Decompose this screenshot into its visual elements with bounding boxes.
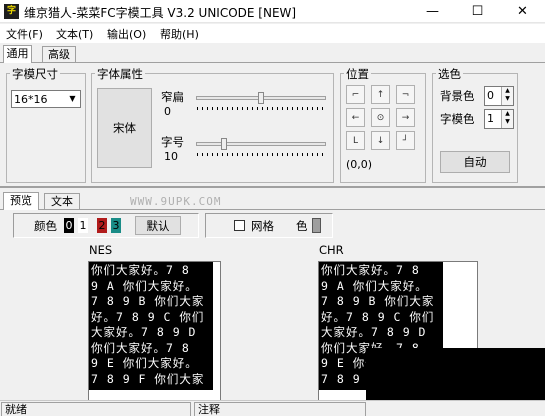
size-slider-track	[196, 142, 326, 146]
tab-underline	[0, 62, 545, 63]
tab-text[interactable]: 文本	[44, 193, 80, 210]
center-button[interactable]: ⊙	[371, 108, 390, 127]
panel-separator	[0, 186, 545, 188]
chevron-down-icon: ▼	[69, 94, 76, 103]
window-title: 维京猎人-菜菜FC字模工具 V3.2 UNICODE [NEW]	[24, 6, 297, 20]
menu-help[interactable]: 帮助(H)	[160, 26, 199, 42]
auto-button[interactable]: 自动	[440, 151, 510, 173]
grid-label: 网格	[251, 219, 274, 233]
watermark: WWW.9UPK.COM	[130, 195, 222, 208]
tab-advanced[interactable]: 高级	[42, 46, 76, 63]
move-up-button[interactable]: ↑	[371, 85, 390, 104]
width-label: 窄扁	[161, 90, 184, 104]
close-button[interactable]: ✕	[500, 0, 545, 23]
size-slider[interactable]	[196, 136, 326, 158]
move-down-button[interactable]: ↓	[371, 131, 390, 150]
move-down-left-button[interactable]: L	[346, 131, 365, 150]
nes-preview-glyphs: 你们大家好。7 89 A 你们大家好。 7 8 9 B 你们大家 好。7 8 9 C…	[89, 262, 213, 390]
move-down-right-button[interactable]: ┘	[396, 131, 415, 150]
chr-preview-line-1: 9 A 你们大家好。	[321, 278, 428, 293]
nes-preview-line-7: 7 8 9 F 你们大家	[91, 371, 205, 386]
spinner-arrows-icon[interactable]: ▲ ▼	[501, 87, 513, 105]
maximize-button[interactable]: ☐	[455, 0, 500, 23]
palette-swatch-2[interactable]: 2	[97, 218, 107, 233]
font-size-group-title: 字模尺寸	[10, 66, 60, 82]
fg-color-spinner[interactable]: 1 ▲ ▼	[484, 109, 514, 129]
color-group-title: 选色	[436, 66, 463, 82]
lower-tab-underline	[0, 209, 545, 210]
move-right-button[interactable]: →	[396, 108, 415, 127]
size-slider-thumb[interactable]	[221, 138, 227, 150]
close-icon: ✕	[517, 4, 528, 19]
status-left: 就绪	[1, 402, 191, 416]
tab-preview[interactable]: 预览	[3, 192, 39, 210]
color-label: 颜色	[34, 219, 57, 233]
size-label: 字号	[161, 135, 184, 149]
position-pad: ⌐ ↑ ¬ ← ⊙ → L ↓ ┘	[346, 85, 419, 153]
chr-preview-line-4: 大家好。7 8 9 D	[321, 325, 427, 339]
position-group-title: 位置	[344, 66, 371, 82]
fg-color-label: 字模色	[440, 112, 475, 126]
nes-preview-line-1: 9 A 你们大家好。	[91, 278, 198, 293]
width-slider-ticks	[197, 107, 325, 110]
chr-preview-line-2: 7 8 9 B 你们大家	[321, 294, 435, 308]
chr-preview-line-3: 好。7 8 9 C 你们	[321, 309, 435, 324]
grid-checkbox[interactable]	[234, 220, 245, 231]
font-size-select[interactable]: 16*16 ▼	[11, 90, 81, 108]
chr-label: CHR	[319, 243, 344, 257]
default-colors-button[interactable]: 默认	[135, 216, 181, 235]
font-select-button[interactable]: 宋体	[97, 88, 152, 168]
nes-preview-line-6: 9 E 你们大家好。	[91, 356, 198, 370]
bg-color-value: 0	[487, 89, 494, 102]
width-value: 0	[164, 105, 171, 118]
size-value: 10	[164, 150, 178, 163]
palette-swatch-3[interactable]: 3	[111, 218, 121, 233]
nes-preview-line-2: 7 8 9 B 你们大家	[91, 294, 205, 308]
nes-preview-line-3: 好。7 8 9 C 你们	[91, 309, 205, 324]
bg-color-label: 背景色	[440, 89, 475, 103]
move-left-button[interactable]: ←	[346, 108, 365, 127]
minimize-icon: —	[426, 4, 439, 19]
grid-color-swatch[interactable]	[312, 218, 321, 233]
maximize-icon: ☐	[471, 4, 484, 19]
tab-general[interactable]: 通用	[3, 45, 32, 63]
spinner-arrows-icon[interactable]: ▲ ▼	[501, 110, 513, 128]
app-icon: 字	[4, 4, 19, 19]
nes-preview-line-4: 大家好。7 8 9 D	[91, 325, 197, 339]
font-props-group-title: 字体属性	[95, 66, 145, 82]
width-slider[interactable]	[196, 90, 326, 112]
fg-color-value: 1	[487, 112, 494, 125]
size-slider-ticks	[197, 153, 325, 156]
bg-color-spinner[interactable]: 0 ▲ ▼	[484, 86, 514, 106]
position-coords: (0,0)	[346, 158, 373, 171]
menu-text[interactable]: 文本(T)	[56, 26, 93, 42]
move-up-right-button[interactable]: ¬	[396, 85, 415, 104]
move-up-left-button[interactable]: ⌐	[346, 85, 365, 104]
nes-preview-line-0: 你们大家好。7 8	[91, 263, 190, 277]
nes-preview-line-5: 你们大家好。7 8	[91, 340, 190, 355]
font-size-value: 16*16	[14, 93, 48, 106]
grid-color-label: 色	[296, 219, 308, 233]
status-right: 注释	[194, 402, 366, 416]
palette-swatch-1[interactable]: 1	[78, 218, 88, 233]
minimize-button[interactable]: —	[410, 0, 455, 23]
chr-preview-line-0: 你们大家好。7 8	[321, 263, 420, 277]
nes-label: NES	[89, 243, 113, 257]
menu-file[interactable]: 文件(F)	[6, 26, 43, 42]
palette-swatch-0[interactable]: 0	[64, 218, 74, 233]
menu-output[interactable]: 输出(O)	[107, 26, 146, 42]
width-slider-thumb[interactable]	[258, 92, 264, 104]
